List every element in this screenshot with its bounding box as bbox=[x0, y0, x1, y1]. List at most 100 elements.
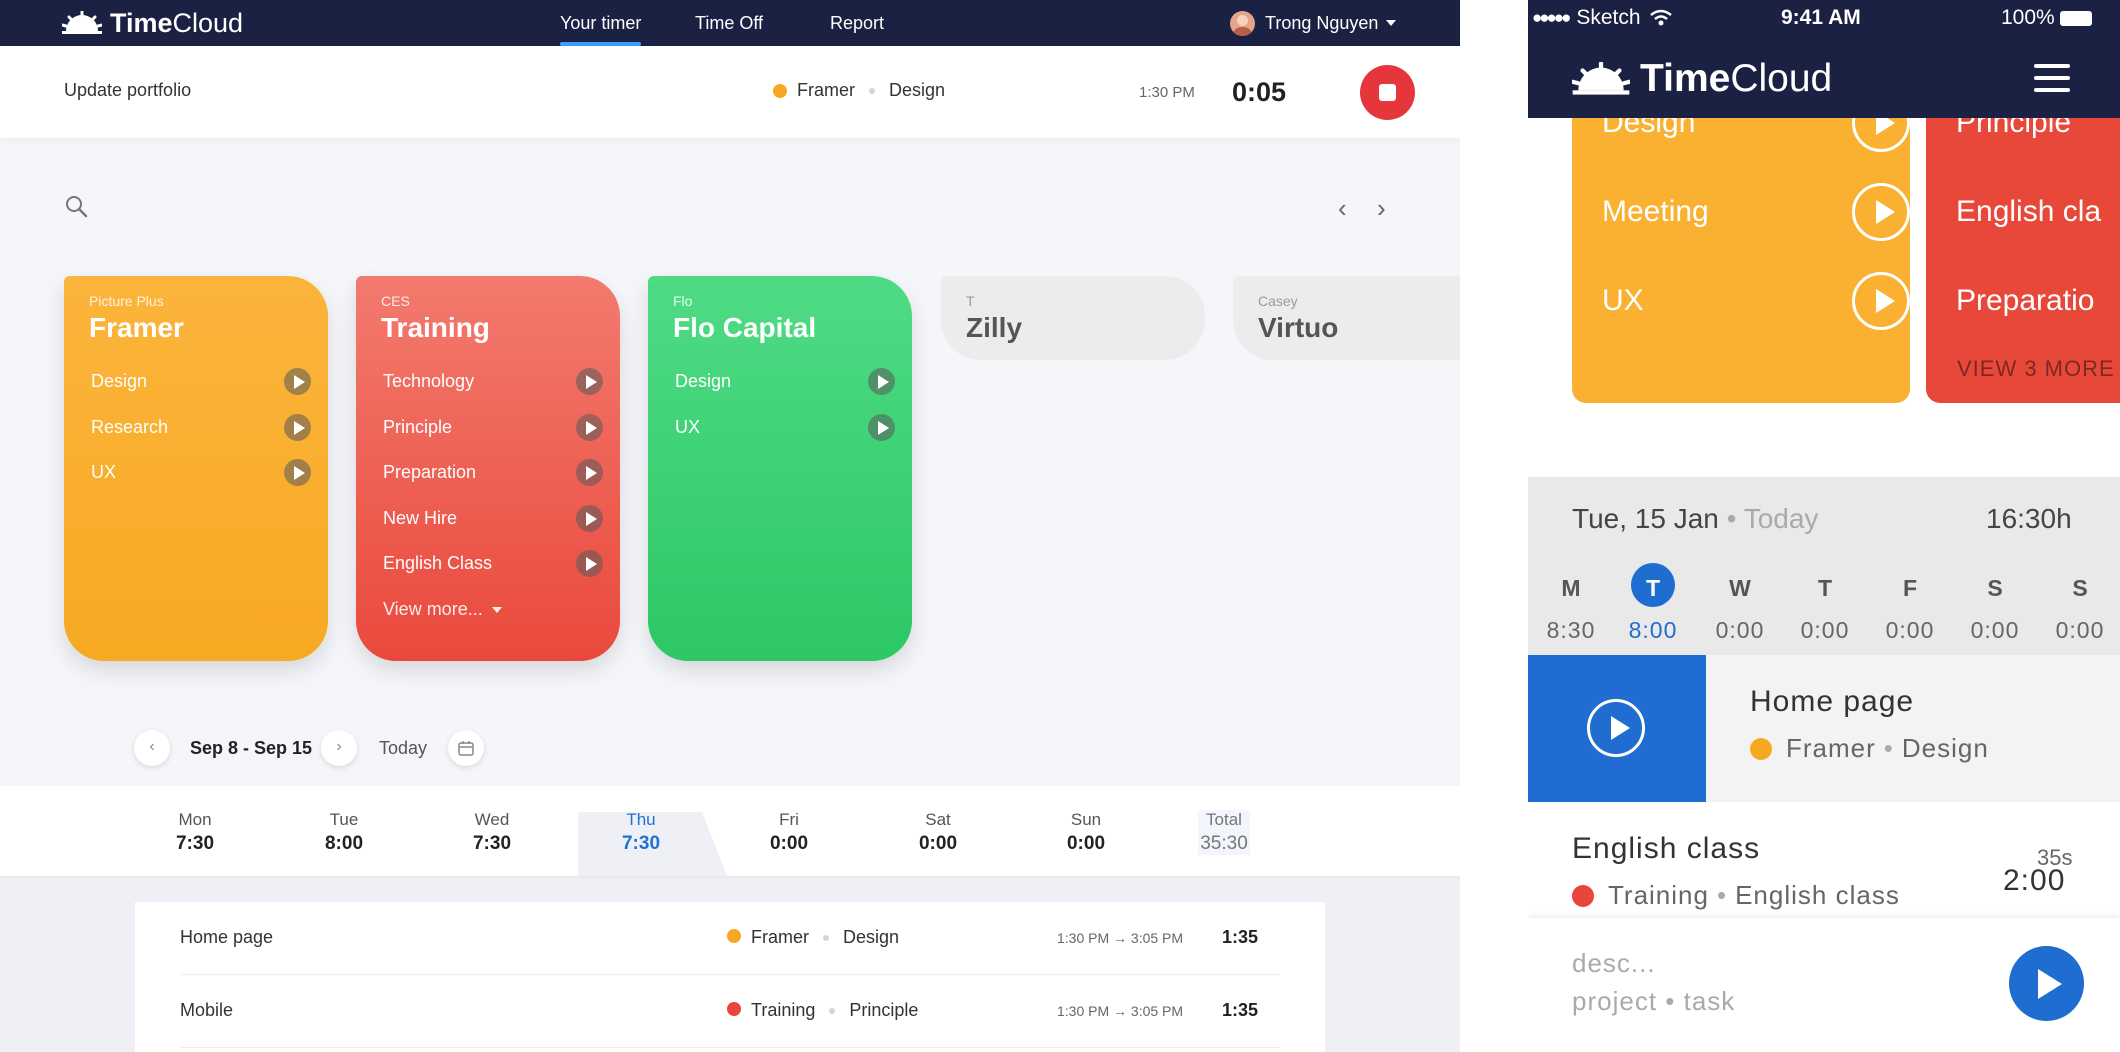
mobile-entry-row[interactable]: English class Training • English class 3… bbox=[1528, 802, 2120, 918]
chevron-left-icon[interactable]: ‹ bbox=[1338, 193, 1347, 224]
play-icon[interactable] bbox=[868, 414, 895, 441]
project-card-virtuo[interactable]: Casey Virtuo bbox=[1233, 276, 1460, 360]
project-card-zilly[interactable]: T Zilly bbox=[941, 276, 1205, 360]
mobile-day-letter[interactable]: T bbox=[1795, 575, 1855, 602]
nav-report[interactable]: Report bbox=[830, 0, 884, 46]
entry-title[interactable]: Mobile bbox=[180, 1000, 233, 1021]
prev-week-button[interactable]: ‹ bbox=[134, 730, 170, 766]
project-card-flo-capital[interactable]: Flo Flo Capital Design UX bbox=[648, 276, 912, 661]
day-sat[interactable]: Sat 0:00 bbox=[888, 810, 988, 855]
separator-dot bbox=[869, 87, 875, 94]
mobile-day-letter[interactable]: W bbox=[1710, 575, 1770, 602]
brand-logo[interactable]: Time Cloud bbox=[1572, 57, 1832, 101]
current-description[interactable]: Update portfolio bbox=[64, 80, 191, 101]
mobile-day-letter[interactable]: S bbox=[1965, 575, 2025, 602]
hamburger-menu-icon[interactable] bbox=[2034, 64, 2070, 92]
task-label: Design bbox=[675, 371, 732, 391]
arrow-right-icon: → bbox=[1113, 1003, 1128, 1019]
play-icon[interactable] bbox=[868, 368, 895, 395]
entry-row[interactable]: Mobile Training Principle 1:30 PM → 3:05 … bbox=[180, 975, 1280, 1048]
mobile-day-letter[interactable]: T bbox=[1623, 575, 1683, 602]
mobile-day-value: 0:00 bbox=[2055, 617, 2105, 643]
task-item[interactable]: Technology bbox=[383, 366, 603, 396]
brand-logo[interactable]: Time Cloud bbox=[62, 8, 243, 38]
project-color-dot bbox=[727, 1002, 741, 1016]
sun-logo-icon bbox=[62, 11, 102, 34]
play-entry-button[interactable] bbox=[1528, 655, 1706, 802]
current-project: Framer bbox=[797, 80, 855, 100]
next-week-button[interactable]: › bbox=[321, 730, 357, 766]
view-more-link[interactable]: View more... bbox=[383, 594, 603, 624]
chevron-right-icon[interactable]: › bbox=[1377, 193, 1386, 224]
entry-start: 1:30 PM bbox=[1057, 930, 1110, 946]
description-input[interactable]: desc... bbox=[1572, 948, 1656, 979]
project-color-dot bbox=[1572, 884, 1594, 907]
entry-project-task[interactable]: Framer Design bbox=[727, 927, 899, 948]
battery-percent: 100% bbox=[2001, 6, 2055, 29]
today-button[interactable]: Today bbox=[379, 738, 427, 759]
play-icon[interactable] bbox=[576, 505, 603, 532]
task-item[interactable]: UX bbox=[675, 412, 895, 442]
play-icon[interactable] bbox=[284, 414, 311, 441]
stop-timer-button[interactable] bbox=[1360, 65, 1415, 120]
project-color-dot bbox=[727, 929, 741, 943]
task-item[interactable]: UX bbox=[91, 457, 311, 487]
entry-title[interactable]: Home page bbox=[180, 927, 273, 948]
play-icon[interactable] bbox=[576, 414, 603, 441]
mobile-header: Time Cloud bbox=[1528, 40, 2120, 118]
day-thu[interactable]: Thu 7:30 bbox=[591, 810, 691, 855]
current-project-task[interactable]: Framer Design bbox=[773, 80, 945, 101]
day-tue[interactable]: Tue 8:00 bbox=[294, 810, 394, 855]
entry-row[interactable]: Home page Framer Design 1:30 PM → 3:05 PM… bbox=[180, 902, 1280, 975]
project-client: Flo bbox=[673, 293, 693, 309]
task-item[interactable]: Design bbox=[91, 366, 311, 396]
day-mon[interactable]: Mon 7:30 bbox=[145, 810, 245, 855]
day-value: 7:30 bbox=[472, 833, 512, 854]
project-task-input[interactable]: project • task bbox=[1572, 986, 1735, 1017]
mobile-day-letter[interactable]: F bbox=[1880, 575, 1940, 602]
play-icon[interactable] bbox=[1852, 272, 1910, 330]
brand-light: Cloud bbox=[172, 7, 244, 38]
project-client: Picture Plus bbox=[89, 293, 164, 309]
date-label: Tue, 15 Jan bbox=[1572, 503, 1719, 534]
nav-time-off[interactable]: Time Off bbox=[695, 0, 763, 46]
project-card-training[interactable]: CES Training Technology Principle Prepar… bbox=[356, 276, 620, 661]
mobile-day-letter[interactable]: M bbox=[1541, 575, 1601, 602]
entry-time-range: 1:30 PM → 3:05 PM bbox=[1057, 930, 1183, 946]
day-sun[interactable]: Sun 0:00 bbox=[1036, 810, 1136, 855]
task-item[interactable]: English Class bbox=[383, 548, 603, 578]
task-item[interactable]: Research bbox=[91, 412, 311, 442]
view-more-link[interactable]: VIEW 3 MORE bbox=[1957, 356, 2115, 382]
mobile-day-letter[interactable]: S bbox=[2050, 575, 2110, 602]
mobile-app: Design Meeting UX Principle English cla … bbox=[1528, 0, 2120, 1052]
mobile-task-item[interactable]: English cla bbox=[1956, 182, 2120, 242]
entry-project-task[interactable]: Training Principle bbox=[727, 1000, 918, 1021]
day-fri[interactable]: Fri 0:00 bbox=[739, 810, 839, 855]
mobile-task-item[interactable]: Preparatio bbox=[1956, 271, 2120, 331]
task-item[interactable]: New Hire bbox=[383, 503, 603, 533]
task-item[interactable]: Preparation bbox=[383, 457, 603, 487]
play-icon[interactable] bbox=[284, 459, 311, 486]
play-icon[interactable] bbox=[576, 459, 603, 486]
play-icon[interactable] bbox=[576, 550, 603, 577]
play-icon[interactable] bbox=[1852, 183, 1910, 241]
task-item[interactable]: Principle bbox=[383, 412, 603, 442]
user-menu[interactable]: Trong Nguyen bbox=[1230, 10, 1397, 36]
day-wed[interactable]: Wed 7:30 bbox=[442, 810, 542, 855]
search-icon[interactable] bbox=[65, 195, 89, 219]
view-more-label: View more... bbox=[383, 599, 483, 619]
task-item[interactable]: Design bbox=[675, 366, 895, 396]
mobile-entry-project-task: Framer • Design bbox=[1750, 733, 1989, 764]
clock: 9:41 AM bbox=[1781, 6, 1861, 29]
entry-end: 3:05 PM bbox=[1130, 930, 1184, 946]
play-icon[interactable] bbox=[576, 368, 603, 395]
nav-your-timer[interactable]: Your timer bbox=[560, 0, 642, 46]
calendar-button[interactable] bbox=[448, 730, 484, 766]
mobile-active-entry[interactable]: Home page Framer • Design bbox=[1528, 655, 2120, 802]
day-name: Tue bbox=[329, 810, 359, 829]
mobile-task-label: UX bbox=[1602, 284, 1644, 317]
mobile-day-value: 8:00 bbox=[1628, 617, 1678, 643]
project-card-framer[interactable]: Picture Plus Framer Design Research UX bbox=[64, 276, 328, 661]
start-timer-button[interactable] bbox=[2009, 946, 2084, 1021]
play-icon[interactable] bbox=[284, 368, 311, 395]
